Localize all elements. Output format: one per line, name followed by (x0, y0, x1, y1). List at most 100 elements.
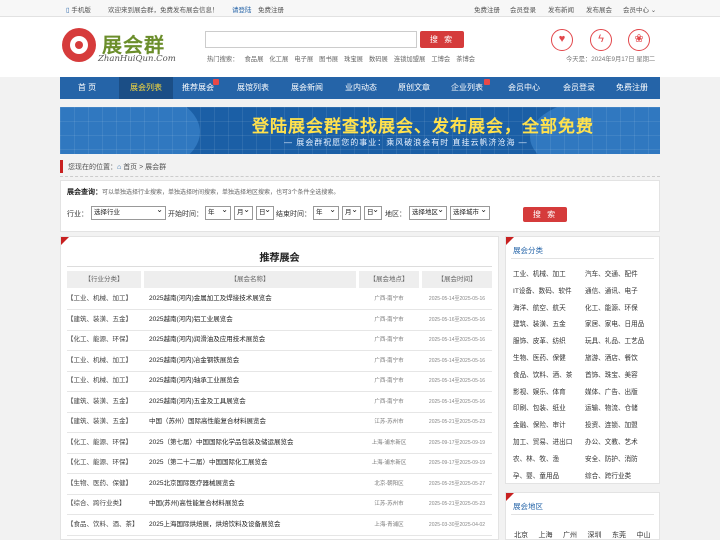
hot-search-item[interactable]: 茶博会 (456, 56, 475, 63)
table-row[interactable]: 【工业、机械、加工】 2025越南(河内)冶金钢铁展览会 广西-南宁市 2025-05… (67, 351, 492, 372)
nav-original-articles[interactable]: 原创文章 (387, 77, 441, 99)
row-expo-name[interactable]: 2025越南(河内)铝工业展览会 (149, 310, 359, 330)
city-select[interactable]: 选择城市 (450, 204, 490, 220)
top-post-news-link[interactable]: 发布新闻 (548, 4, 574, 14)
region-city-link[interactable]: 深圳 (588, 530, 602, 540)
nav-venues[interactable]: 展馆列表 (226, 77, 280, 99)
start-year-select[interactable]: 年 (205, 204, 231, 220)
row-expo-name[interactable]: 中国（苏州）国际高性能复合材料展览会 (149, 412, 359, 432)
category-link[interactable]: 影视、娱乐、体育 (513, 386, 566, 396)
category-link[interactable]: 旅游、酒店、餐饮 (585, 352, 638, 362)
category-link[interactable]: 运输、物流、仓储 (585, 402, 638, 412)
row-expo-name[interactable]: 2025越南(河内)润滑油及应用技术展览会 (149, 330, 359, 350)
end-year-select[interactable]: 年 (313, 204, 339, 220)
category-link[interactable]: 农、林、牧、渔 (513, 453, 559, 463)
row-category: 【工业、机械、加工】 (67, 377, 132, 384)
region-city-link[interactable]: 中山 (637, 530, 651, 540)
table-row[interactable]: 【综合、跨行业类】 中国(苏州)高性能复合材料展览会 江苏-苏州市 2025-05-2… (67, 494, 492, 515)
region-select[interactable]: 选择地区 (409, 204, 447, 220)
hot-search-item[interactable]: 工博会 (431, 56, 450, 63)
promo-banner[interactable]: 登陆展会群查找展会、发布展会，全部免费 — 展会群祝愿您的事业：乘风破浪会有时 … (60, 107, 660, 154)
query-search-button[interactable]: 搜 索 (523, 207, 567, 222)
hot-search-item[interactable]: 连锁加盟展 (394, 56, 425, 63)
end-day-select[interactable]: 日 (364, 204, 382, 220)
table-row[interactable]: 【工业、机械、加工】 2025越南(河内)轴承工业展览会 广西-南宁市 2025-05… (67, 371, 492, 392)
category-link[interactable]: 家居、家电、日用品 (585, 318, 644, 328)
top-login-link[interactable]: 会员登录 (510, 4, 536, 14)
region-city-link[interactable]: 东莞 (612, 530, 626, 540)
region-city-link[interactable]: 上海 (539, 530, 553, 540)
category-link[interactable]: 生物、医药、保健 (513, 352, 566, 362)
table-row[interactable]: 【化工、能源、环保】 2025越南(河内)润滑油及应用技术展览会 广西-南宁市 202… (67, 330, 492, 351)
row-expo-name[interactable]: 2025越南(河内)五金及工具展览会 (149, 392, 359, 412)
category-link[interactable]: 海洋、航空、航天 (513, 302, 566, 312)
start-month-select[interactable]: 月 (234, 204, 253, 220)
search-button[interactable]: 搜 索 (420, 31, 464, 48)
table-row[interactable]: 【建筑、装潢、五金】 2025越南(河内)五金及工具展览会 广西-南宁市 2025-0… (67, 392, 492, 413)
region-city-link[interactable]: 广州 (563, 530, 577, 540)
category-link[interactable]: 化工、能源、环保 (585, 302, 638, 312)
table-row[interactable]: 【化工、能源、环保】 2025（第二十二届）中国国际化工展览会 上海-浦东新区 202… (67, 453, 492, 474)
category-link[interactable]: 通信、通讯、电子 (585, 285, 638, 295)
hot-search-item[interactable]: 电子展 (294, 56, 313, 63)
hot-search-item[interactable]: 珠宝展 (344, 56, 363, 63)
start-day-select[interactable]: 日 (256, 204, 274, 220)
category-link[interactable]: IT设备、数码、软件 (513, 285, 572, 295)
table-row[interactable]: 【建筑、装潢、五金】 2025越南(河内)铝工业展览会 广西-南宁市 2025-05-… (67, 310, 492, 331)
row-expo-name[interactable]: 2025越南(河内)金属加工及焊接技术展览会 (149, 289, 359, 309)
hot-search-item[interactable]: 图书展 (319, 56, 338, 63)
table-row[interactable]: 【生物、医药、保健】 2025北京国际医疗器械展览会 北京-朝阳区 2025-05-2… (67, 474, 492, 495)
top-post-expo-link[interactable]: 发布展会 (586, 4, 612, 14)
row-expo-name[interactable]: 2025北京国际医疗器械展览会 (149, 474, 359, 494)
nav-home[interactable]: 首 页 (60, 77, 114, 99)
category-link[interactable]: 安全、防护、消防 (585, 453, 638, 463)
hot-search-item[interactable]: 数码展 (369, 56, 388, 63)
category-link[interactable]: 印刷、包装、纸业 (513, 402, 566, 412)
nav-member-login[interactable]: 会员登录 (552, 77, 606, 99)
table-row[interactable]: 【化工、能源、环保】 2025（第七届）中国国际化学品包装及储运展览会 上海-浦东新… (67, 433, 492, 454)
category-link[interactable]: 建筑、装潢、五金 (513, 318, 566, 328)
category-link[interactable]: 孕、婴、童用品 (513, 470, 559, 480)
end-month-select[interactable]: 月 (342, 204, 361, 220)
register-link[interactable]: 免费注册 (258, 4, 284, 14)
nav-industry-updates[interactable]: 业内动态 (334, 77, 388, 99)
nav-recommended[interactable]: 推荐展会 (171, 77, 225, 99)
category-link[interactable]: 汽车、交通、配件 (585, 268, 638, 278)
region-city-link[interactable]: 北京 (514, 530, 528, 540)
category-link[interactable]: 工业、机械、加工 (513, 268, 566, 278)
category-link[interactable]: 投资、连锁、加盟 (585, 419, 638, 429)
top-member-center-dropdown[interactable]: 会员中心 ⌄ (623, 4, 656, 14)
row-expo-name[interactable]: 2025越南(河内)冶金钢铁展览会 (149, 351, 359, 371)
category-link[interactable]: 办公、文教、艺术 (585, 436, 638, 446)
mobile-link[interactable]: ▯ 手机版 (66, 4, 91, 14)
nav-expo-list[interactable]: 展会列表 (119, 77, 173, 99)
hot-search-item[interactable]: 食品展 (244, 56, 263, 63)
hot-search-item[interactable]: 化工展 (269, 56, 288, 63)
site-logo[interactable]: 展会群 ZhanHuiQun.Com (62, 28, 182, 68)
breadcrumb-home[interactable]: 首页 (123, 164, 137, 171)
row-expo-name[interactable]: 2025越南(河内)轴承工业展览会 (149, 371, 359, 391)
category-link[interactable]: 加工、贸易、进出口 (513, 436, 572, 446)
table-row[interactable]: 【食品、饮料、酒、茶】 2025上海国际烘焙展，烘焙饮料及设备展览会 上海-青浦区 2… (67, 515, 492, 536)
category-link[interactable]: 综合、跨行业类 (585, 470, 631, 480)
row-expo-name[interactable]: 2025（第二十二届）中国国际化工展览会 (149, 453, 359, 473)
nav-news[interactable]: 展会新闻 (280, 77, 334, 99)
industry-select[interactable]: 选择行业 (91, 204, 166, 220)
category-link[interactable]: 服饰、皮革、纺织 (513, 335, 566, 345)
row-expo-name[interactable]: 2025上海国际烘焙展，烘焙饮料及设备展览会 (149, 515, 359, 535)
login-link[interactable]: 请登陆 (232, 4, 252, 14)
search-input[interactable] (205, 31, 417, 48)
table-row[interactable]: 【建筑、装潢、五金】 中国（苏州）国际高性能复合材料展览会 江苏-苏州市 2025-0… (67, 412, 492, 433)
category-link[interactable]: 首饰、珠宝、美容 (585, 369, 638, 379)
category-link[interactable]: 食品、饮料、酒、茶 (513, 369, 572, 379)
category-link[interactable]: 媒体、广告、出版 (585, 386, 638, 396)
row-place: 北京-朝阳区 (374, 480, 404, 487)
row-expo-name[interactable]: 中国(苏州)高性能复合材料展览会 (149, 494, 359, 514)
row-expo-name[interactable]: 2025（第七届）中国国际化学品包装及储运展览会 (149, 433, 359, 453)
category-link[interactable]: 金融、保险、审计 (513, 419, 566, 429)
nav-member-center[interactable]: 会员中心 (497, 77, 551, 99)
category-link[interactable]: 玩具、礼品、工艺品 (585, 335, 644, 345)
top-register-link[interactable]: 免费注册 (474, 4, 500, 14)
nav-register[interactable]: 免费注册 (605, 77, 659, 99)
table-row[interactable]: 【工业、机械、加工】 2025越南(河内)金属加工及焊接技术展览会 广西-南宁市 20… (67, 289, 492, 310)
